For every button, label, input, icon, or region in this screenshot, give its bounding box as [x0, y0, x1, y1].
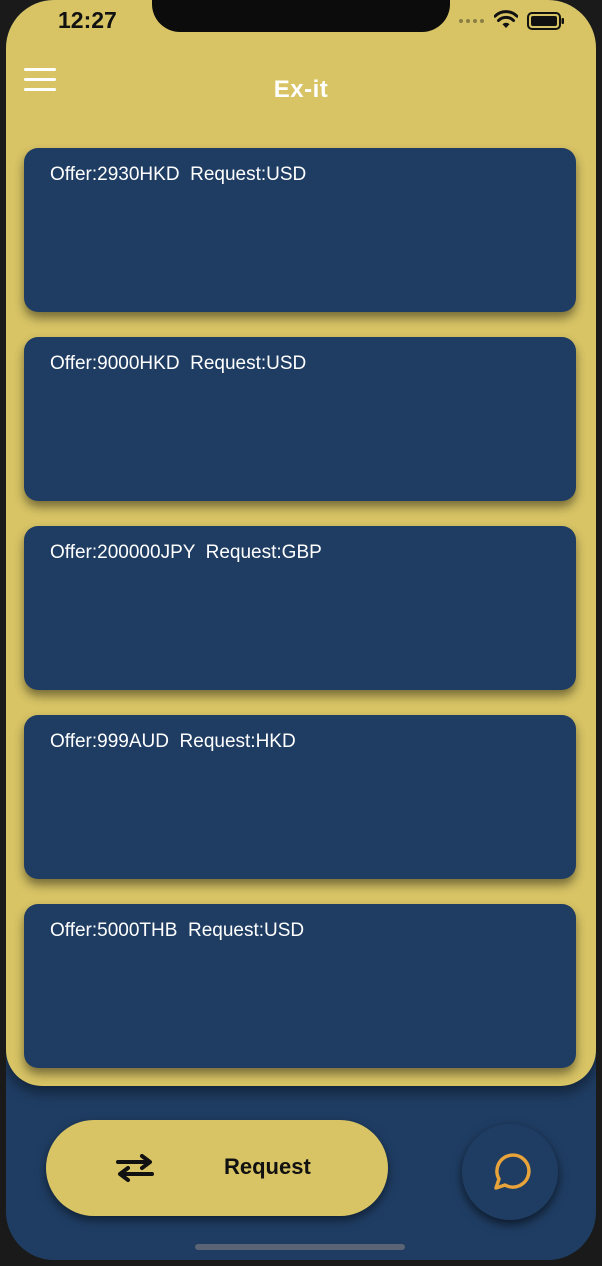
request-button[interactable]: Request [46, 1120, 388, 1216]
chat-bubble-icon [494, 1153, 531, 1190]
offer-card[interactable]: Offer:200000JPY Request:GBP [24, 526, 576, 690]
offer-card[interactable]: Offer:2930HKD Request:USD [24, 148, 576, 312]
cellular-signal-icon [459, 19, 484, 23]
battery-icon [527, 12, 564, 30]
device-notch [152, 0, 450, 32]
offer-text: Offer:5000THB Request:USD [50, 920, 305, 941]
offer-card[interactable]: Offer:5000THB Request:USD [24, 904, 576, 1068]
phone-screen: 12:27 Ex-it Offer:2930HKD Request:USD Of… [6, 0, 596, 1260]
offer-card[interactable]: Offer:9000HKD Request:USD [24, 337, 576, 501]
main-content-area: 12:27 Ex-it Offer:2930HKD Request:USD Of… [6, 0, 596, 1086]
home-indicator [195, 1244, 405, 1250]
chat-button[interactable] [462, 1124, 558, 1220]
status-time: 12:27 [58, 7, 117, 33]
offer-card[interactable]: Offer:999AUD Request:HKD [24, 715, 576, 879]
offer-text: Offer:9000HKD Request:USD [50, 353, 307, 374]
wifi-icon [494, 10, 518, 28]
app-title: Ex-it [273, 76, 329, 103]
offer-text: Offer:2930HKD Request:USD [50, 164, 307, 185]
offer-text: Offer:999AUD Request:HKD [50, 731, 296, 752]
swap-arrows-icon [116, 1154, 154, 1182]
request-button-label: Request [224, 1154, 311, 1179]
offer-text: Offer:200000JPY Request:GBP [50, 542, 322, 563]
